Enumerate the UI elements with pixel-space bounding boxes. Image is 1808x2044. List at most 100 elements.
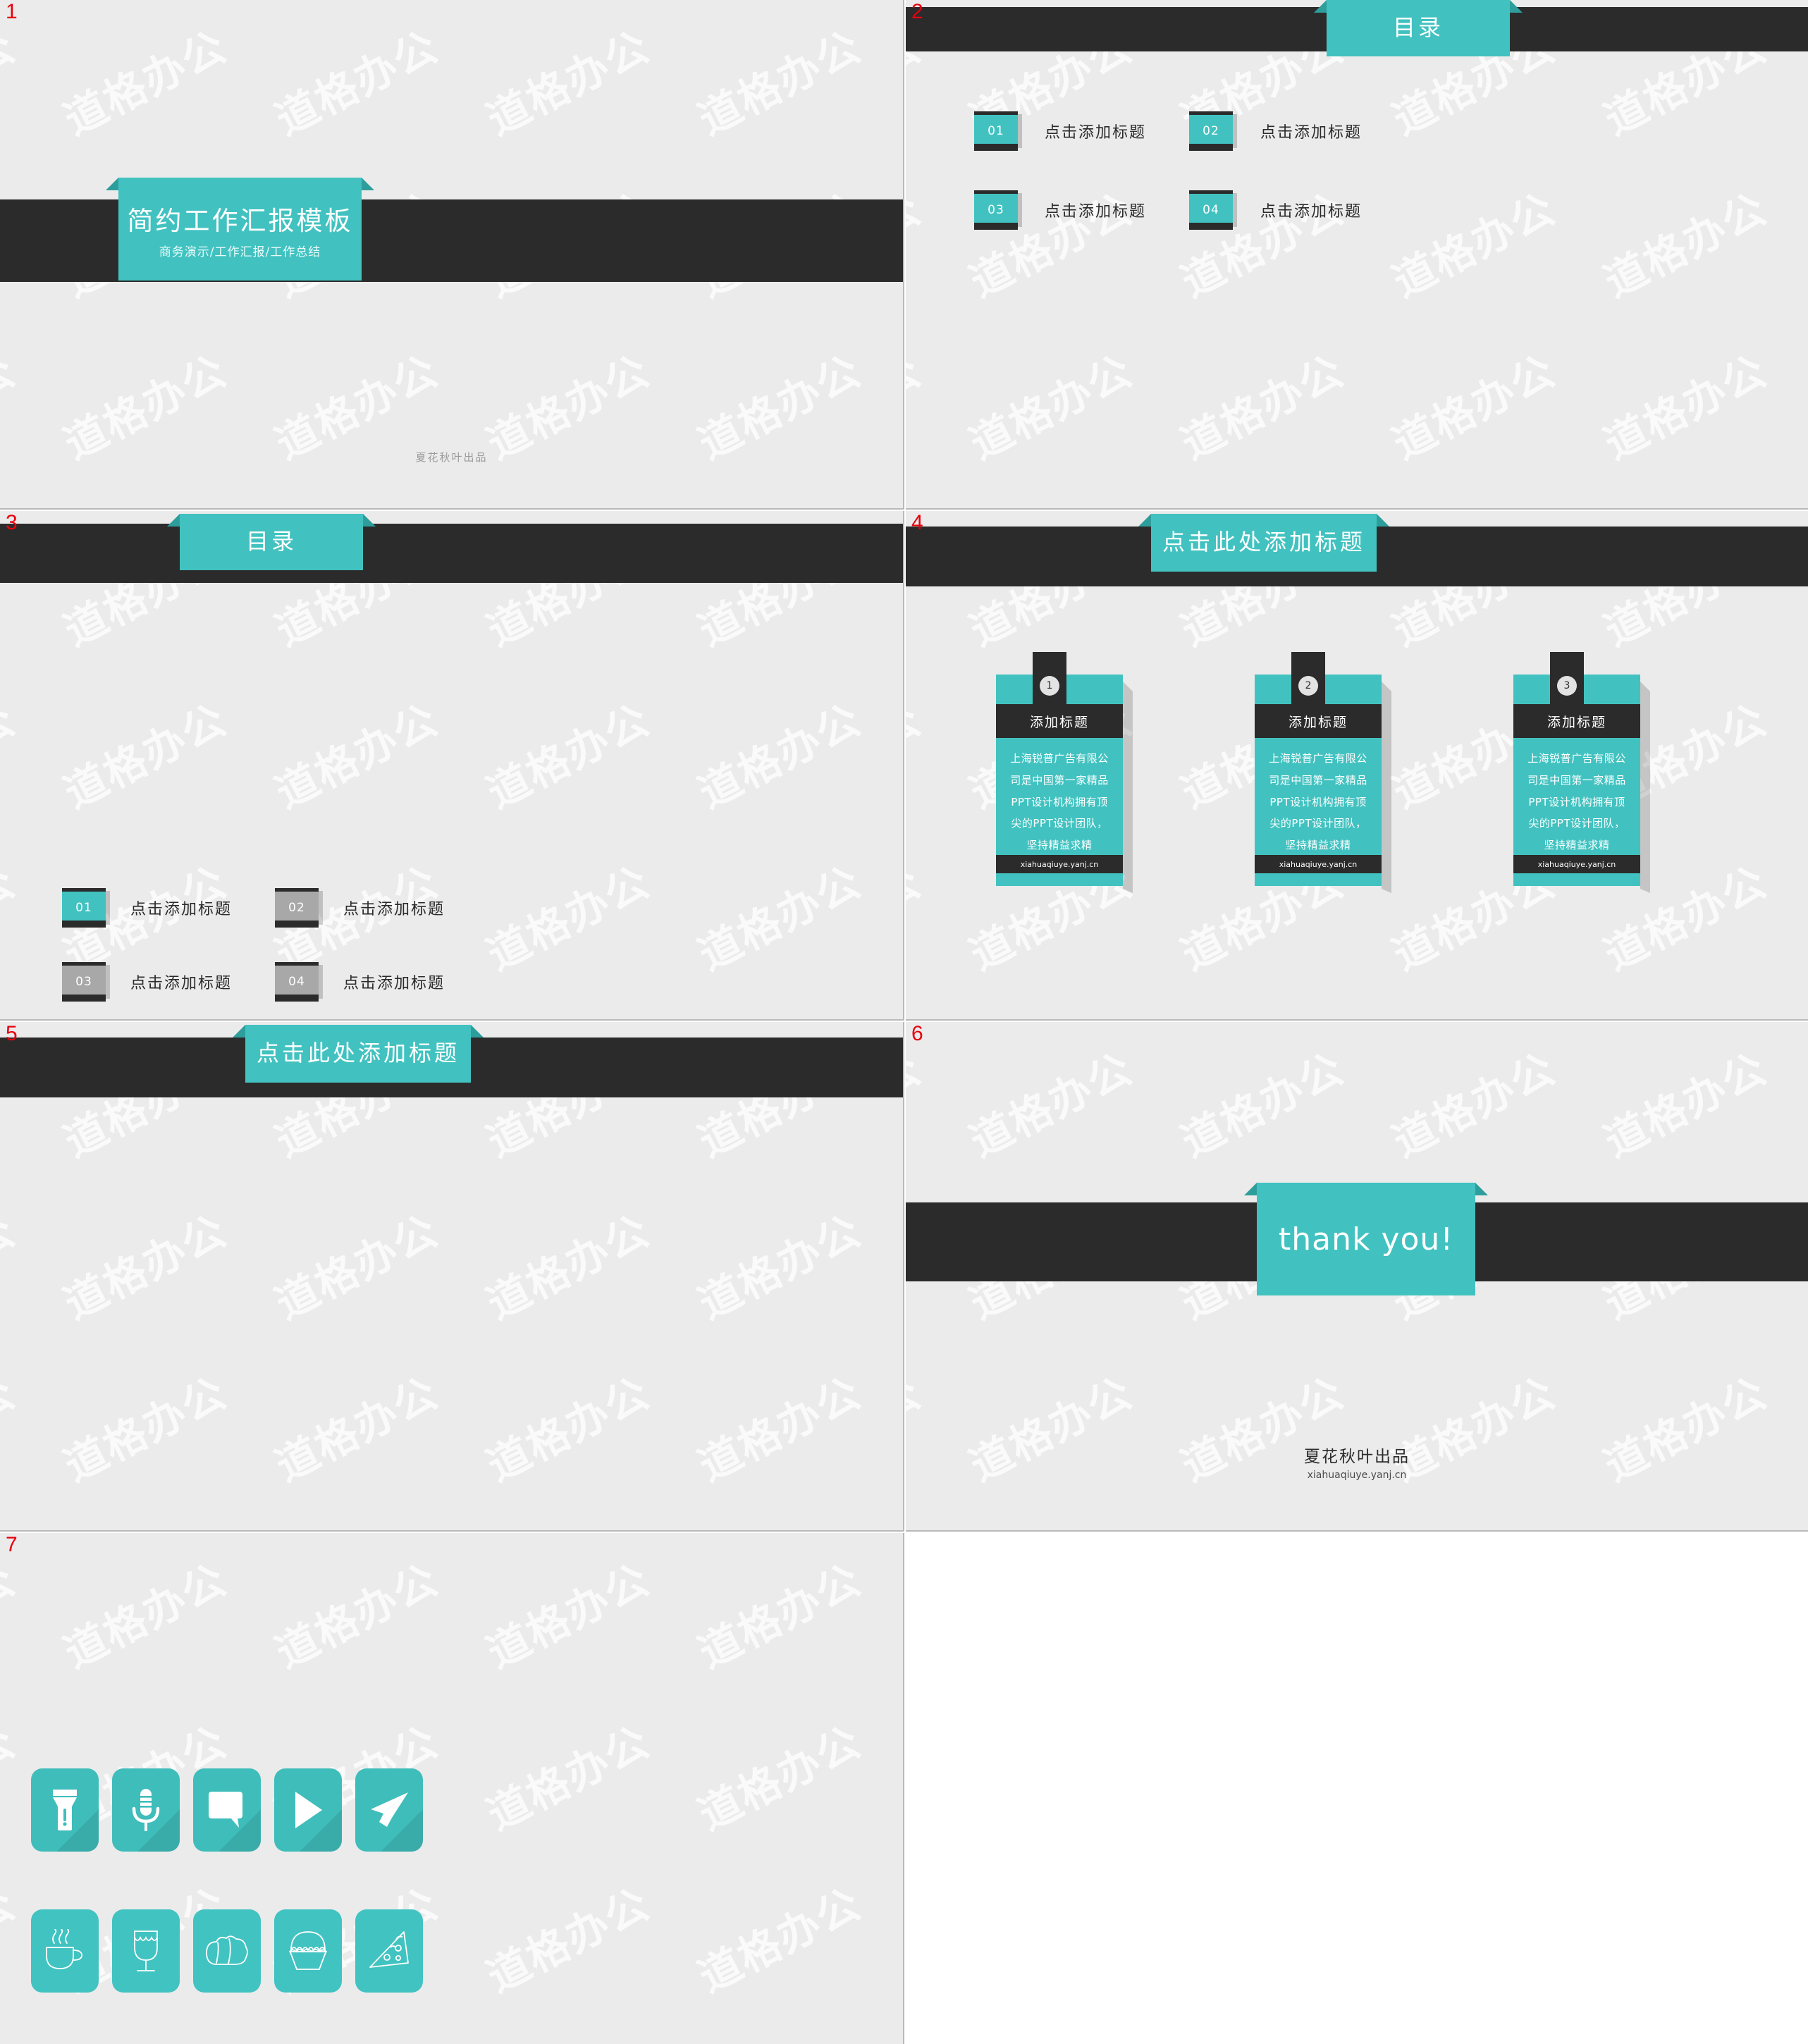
section-header-banner: 目录 <box>1314 0 1523 56</box>
info-card[interactable]: 3 添加标题 上海锐普广告有限公司是中国第一家精品PPT设计机构拥有顶尖的PPT… <box>1513 652 1640 886</box>
section-header-banner: 目录 <box>167 514 376 570</box>
catalog-label[interactable]: 点击添加标题 <box>343 971 445 993</box>
slide-thumbnail-2[interactable]: 道格办公 道格办公 道格办公 道格办公 道格办公 道格办公 道格办公 道格办公 道格办公 道格办公… <box>906 0 1808 510</box>
banner-fold-right-icon <box>362 178 374 190</box>
icon-tile-play[interactable] <box>274 1768 342 1852</box>
slide-thumbnail-4[interactable]: 道格办公 道格办公 道格办公 道格办公 道格办公 道格办公 道格办公 道格办公 道格办公 道格办公… <box>906 511 1808 1021</box>
card-shadow <box>1382 682 1391 893</box>
box-shadow <box>1018 114 1022 148</box>
icon-tile-coffee[interactable] <box>31 1909 99 1993</box>
box-shadow <box>106 965 110 999</box>
box-shadow <box>319 965 323 999</box>
coffee-cup-icon <box>46 1929 82 1969</box>
empty-grid-cell <box>906 1533 1808 2044</box>
catalog-number-box[interactable]: 03 <box>974 190 1022 230</box>
cover-subtitle: 商务演示/工作汇报/工作总结 <box>159 245 321 259</box>
info-card[interactable]: 2 添加标题 上海锐普广告有限公司是中国第一家精品PPT设计机构拥有顶尖的PPT… <box>1255 652 1382 886</box>
catalog-number-box[interactable]: 02 <box>275 888 323 928</box>
banner-fold-right-icon <box>1510 0 1523 13</box>
catalog-label[interactable]: 点击添加标题 <box>1045 120 1146 142</box>
catalog-index: 03 <box>62 966 106 998</box>
icon-tile-microphone[interactable] <box>112 1768 180 1852</box>
thanks-footer-brand: 夏花秋叶出品 <box>1304 1448 1410 1466</box>
slide-thumbnail-3[interactable]: 道格办公 道格办公 道格办公 道格办公 道格办公 道格办公 道格办公 道格办公 道格办公 道格办公… <box>0 511 904 1021</box>
catalog-label[interactable]: 点击添加标题 <box>1045 199 1146 221</box>
catalog-label[interactable]: 点击添加标题 <box>130 971 232 993</box>
icon-tile-pizza[interactable] <box>355 1909 423 1993</box>
icon-tile-speech-bubble[interactable] <box>193 1768 261 1852</box>
card-title: 添加标题 <box>1513 704 1640 738</box>
catalog-label[interactable]: 点击添加标题 <box>130 897 232 919</box>
cupcake-icon <box>289 1931 327 1970</box>
card-footer: xiahuaqiuye.yanj.cn <box>996 855 1123 873</box>
card-title: 添加标题 <box>1255 704 1382 738</box>
section-header-banner: 点击此处添加标题 <box>1138 514 1389 572</box>
box-base <box>62 995 106 1002</box>
banner-fold-left-icon <box>233 1025 245 1038</box>
box-shadow <box>1018 193 1022 227</box>
slide-thumbnail-5[interactable]: 道格办公 道格办公 道格办公 道格办公 道格办公 道格办公 道格办公 道格办公 道格办公 道格办公… <box>0 1022 904 1532</box>
speech-bubble-icon <box>209 1792 242 1828</box>
slide-thumbnail-7[interactable]: 道格办公 道格办公 道格办公 道格办公 道格办公 道格办公 道格办公 道格办公 道格办公 道格办公… <box>0 1533 904 2044</box>
banner-fold-left-icon <box>1138 514 1151 527</box>
card-shadow <box>1640 682 1650 893</box>
play-button-icon <box>295 1792 322 1828</box>
catalog-index: 02 <box>1189 115 1233 147</box>
flashlight-icon <box>53 1790 77 1830</box>
catalog-number-box[interactable]: 03 <box>62 962 110 1002</box>
catalog-number-box[interactable]: 01 <box>62 888 110 928</box>
banner-fold-right-icon <box>1377 514 1389 527</box>
wine-glass-icon <box>134 1931 158 1971</box>
card-body: 上海锐普广告有限公司是中国第一家精品PPT设计机构拥有顶尖的PPT设计团队，坚持… <box>1527 752 1626 851</box>
microphone-icon <box>132 1789 160 1831</box>
paper-plane-icon <box>371 1792 408 1827</box>
banner-fold-left-icon <box>1314 0 1327 13</box>
watermark-layer: 道格办公 道格办公 道格办公 道格办公 道格办公 道格办公 道格办公 道格办公 道格办公 道格办公… <box>0 532 903 1019</box>
card-badge: 3 <box>1557 676 1577 696</box>
card-footer: xiahuaqiuye.yanj.cn <box>1513 855 1640 873</box>
catalog-label[interactable]: 点击添加标题 <box>1260 199 1362 221</box>
section-header-title: 目录 <box>245 528 297 555</box>
catalog-label[interactable]: 点击添加标题 <box>343 897 445 919</box>
bread-loaf-icon <box>206 1935 248 1965</box>
catalog-index: 03 <box>974 194 1018 226</box>
cover-footer: 夏花秋叶出品 <box>415 451 488 464</box>
catalog-number-box[interactable]: 02 <box>1189 111 1237 151</box>
box-base <box>275 921 319 928</box>
icon-tile-paper-plane[interactable] <box>355 1768 423 1852</box>
slide-number-2: 2 <box>911 0 923 23</box>
catalog-number-box[interactable]: 01 <box>974 111 1022 151</box>
box-base <box>275 995 319 1002</box>
card-body: 上海锐普广告有限公司是中国第一家精品PPT设计机构拥有顶尖的PPT设计团队，坚持… <box>1010 752 1109 851</box>
slide-number-5: 5 <box>6 1022 18 1045</box>
catalog-index: 04 <box>1189 194 1233 226</box>
box-base <box>1189 144 1233 151</box>
card-footer: xiahuaqiuye.yanj.cn <box>1255 855 1382 873</box>
card-tab: 1 <box>1033 652 1066 704</box>
card-shadow <box>1123 682 1133 893</box>
card-body: 上海锐普广告有限公司是中国第一家精品PPT设计机构拥有顶尖的PPT设计团队，坚持… <box>1269 752 1367 851</box>
catalog-number-box[interactable]: 04 <box>1189 190 1237 230</box>
catalog-index: 01 <box>62 892 106 924</box>
catalog-label[interactable]: 点击添加标题 <box>1260 120 1362 142</box>
box-shadow <box>1233 114 1237 148</box>
slides-contact-sheet: 道格办公 道格办公 道格办公 道格办公 道格办公 道格办公 道格办公 道格办公 道格办公 道格办公… <box>0 0 1808 2044</box>
banner-fold-left-icon <box>106 178 118 190</box>
slide-thumbnail-6[interactable]: 道格办公 道格办公 道格办公 道格办公 道格办公 道格办公 道格办公 道格办公 道格办公 道格办公… <box>906 1022 1808 1532</box>
slide-number-7: 7 <box>6 1533 18 1556</box>
slide-thumbnail-1[interactable]: 道格办公 道格办公 道格办公 道格办公 道格办公 道格办公 道格办公 道格办公 道格办公 道格办公… <box>0 0 904 510</box>
pizza-slice-icon <box>369 1931 409 1968</box>
catalog-index: 04 <box>275 966 319 998</box>
banner-fold-right-icon <box>363 514 376 527</box>
icon-tile-bread[interactable] <box>193 1909 261 1993</box>
icon-tile-wine-glass[interactable] <box>112 1909 180 1993</box>
thanks-footer: 夏花秋叶出品 xiahuaqiuye.yanj.cn <box>906 1443 1808 1481</box>
box-base <box>974 223 1018 230</box>
catalog-number-box[interactable]: 04 <box>275 962 323 1002</box>
catalog-index: 01 <box>974 115 1018 147</box>
slide-number-3: 3 <box>6 511 18 534</box>
icon-tile-flashlight[interactable] <box>31 1768 99 1852</box>
info-card[interactable]: 1 添加标题 上海锐普广告有限公司是中国第一家精品PPT设计机构拥有顶尖的PPT… <box>996 652 1123 886</box>
section-header-title: 点击此处添加标题 <box>256 1040 460 1067</box>
icon-tile-cupcake[interactable] <box>274 1909 342 1993</box>
